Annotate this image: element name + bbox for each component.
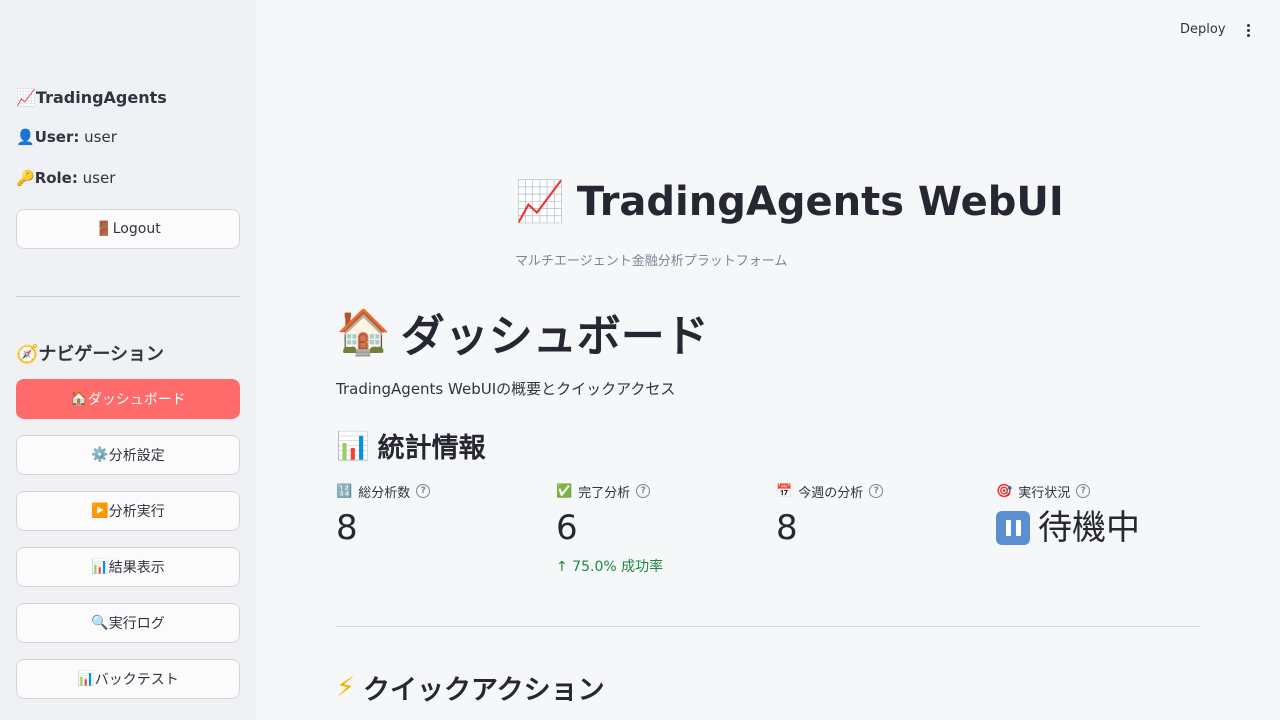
page-description: TradingAgents WebUIの概要とクイックアクセス [336, 380, 676, 398]
gear-icon: ⚙️ [91, 447, 109, 463]
quick-actions-heading: ⚡ クイックアクション [336, 668, 605, 707]
nav-item-label: バックテスト [94, 672, 179, 688]
app-title: 📈 TradingAgents WebUI [515, 178, 1064, 226]
nav-item-label: 分析実行 [108, 504, 165, 520]
house-icon: 🏠 [70, 391, 88, 407]
user-icon: 👤 [16, 128, 35, 146]
compass-icon: 🧭 [16, 344, 39, 365]
nav-item-label: ダッシュボード [87, 392, 186, 408]
sidebar-user-info: 👤User: user [16, 128, 117, 146]
deploy-button[interactable]: Deploy [1170, 20, 1236, 39]
user-label: User: [34, 128, 80, 146]
bar-chart-icon: 📊 [91, 559, 109, 575]
help-icon[interactable]: ? [636, 484, 651, 498]
nav-item-run-analysis[interactable]: ▶️ 分析実行 [16, 491, 240, 531]
user-value: user [84, 128, 117, 146]
metric-value-text: 待機中 [1038, 508, 1140, 548]
app-title-text: TradingAgents WebUI [576, 178, 1064, 225]
chart-increasing-icon: 📈 [16, 88, 36, 107]
nav-title-text: ナビゲーション [38, 344, 165, 365]
app-root: 📈TradingAgents 👤User: user 🔑Role: user 🚪… [0, 0, 1280, 720]
metric-total-analyses: 🔢 総分析数 ? 8 [336, 480, 536, 550]
metric-label-text: 実行状況 [1018, 485, 1071, 501]
help-icon[interactable]: ? [869, 484, 884, 498]
logout-label: Logout [112, 221, 161, 237]
quick-actions-heading-text: クイックアクション [362, 675, 605, 706]
nav-title: 🧭ナビゲーション [16, 340, 164, 366]
role-value: user [82, 169, 116, 187]
magnifier-icon: 🔍 [91, 615, 109, 631]
target-icon: 🎯 [996, 483, 1013, 499]
bar-chart-icon: 📊 [336, 430, 370, 462]
sidebar-app-title-text: TradingAgents [35, 88, 167, 107]
metric-weekly-analyses: 📅 今週の分析 ? 8 [776, 480, 976, 550]
chart-increasing-icon: 📈 [515, 179, 565, 225]
metric-execution-status: 🎯 実行状況 ? 待機中 [996, 480, 1196, 550]
check-mark-icon: ✅ [556, 483, 573, 499]
nav-item-label: 結果表示 [108, 560, 165, 576]
metric-delta: ↑ 75.0% 成功率 [556, 559, 664, 575]
numbers-icon: 🔢 [336, 483, 353, 499]
nav-item-label: 実行ログ [108, 616, 165, 632]
metric-value: 8 [776, 508, 798, 548]
metric-label: ✅ 完了分析 ? [556, 480, 756, 502]
key-icon: 🔑 [16, 169, 35, 187]
metric-value: 待機中 [996, 506, 1196, 550]
calendar-icon: 📅 [776, 483, 793, 499]
stats-heading-text: 統計情報 [377, 433, 486, 464]
sidebar-role-info: 🔑Role: user [16, 169, 115, 187]
metric-completed-analyses: ✅ 完了分析 ? 6 ↑ 75.0% 成功率 [556, 480, 756, 576]
metric-label: 🔢 総分析数 ? [336, 480, 536, 502]
metric-value: 8 [336, 508, 358, 548]
nav-item-backtest[interactable]: 📊 バックテスト [16, 659, 240, 699]
sidebar-divider [16, 296, 240, 297]
play-icon: ▶️ [91, 503, 109, 519]
page-title-text: ダッシュボード [400, 311, 709, 362]
help-icon[interactable]: ? [1076, 484, 1091, 498]
app-subtitle: マルチエージェント金融分析プラットフォーム [515, 254, 788, 269]
more-menu-icon[interactable] [1238, 20, 1258, 40]
main-divider [336, 626, 1200, 627]
bar-chart-icon: 📊 [77, 671, 95, 687]
door-icon: 🚪 [95, 221, 113, 237]
role-label: Role: [34, 169, 78, 187]
page-title: 🏠 ダッシュボード [336, 300, 709, 364]
metric-label-text: 完了分析 [578, 485, 631, 501]
metric-value: 6 [556, 508, 578, 548]
metric-label-text: 総分析数 [358, 485, 411, 501]
help-icon[interactable]: ? [416, 484, 431, 498]
lightning-icon: ⚡ [336, 672, 355, 703]
house-icon: 🏠 [336, 307, 391, 358]
nav-item-execution-log[interactable]: 🔍 実行ログ [16, 603, 240, 643]
stats-heading: 📊 統計情報 [336, 426, 486, 465]
metric-label-text: 今週の分析 [798, 485, 864, 501]
metric-label: 🎯 実行状況 ? [996, 480, 1196, 502]
nav-item-analysis-settings[interactable]: ⚙️ 分析設定 [16, 435, 240, 475]
nav-item-dashboard[interactable]: 🏠 ダッシュボード [16, 379, 240, 419]
sidebar-app-title: 📈TradingAgents [16, 88, 167, 107]
metric-label: 📅 今週の分析 ? [776, 480, 976, 502]
nav-item-label: 分析設定 [108, 448, 165, 464]
pause-icon [996, 511, 1030, 545]
sidebar: 📈TradingAgents 👤User: user 🔑Role: user 🚪… [0, 0, 256, 720]
logout-button[interactable]: 🚪 Logout [16, 209, 240, 249]
nav-item-results[interactable]: 📊 結果表示 [16, 547, 240, 587]
